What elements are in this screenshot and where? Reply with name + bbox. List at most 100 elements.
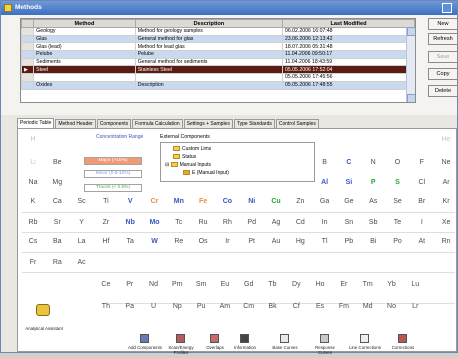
- element-cf[interactable]: Cf: [285, 299, 307, 315]
- base-curves-button[interactable]: Base Curves: [268, 334, 302, 358]
- table-scrollbar[interactable]: [406, 27, 415, 102]
- tab-components[interactable]: Components: [96, 119, 132, 128]
- element-no[interactable]: No: [381, 299, 403, 315]
- element-gd[interactable]: Gd: [238, 277, 260, 293]
- tree-node-status[interactable]: Status: [173, 154, 196, 160]
- element-es[interactable]: Es: [309, 299, 331, 315]
- element-f[interactable]: F: [411, 155, 433, 171]
- element-pm[interactable]: Pm: [166, 277, 188, 293]
- element-pb[interactable]: Pb: [338, 234, 360, 250]
- element-mo[interactable]: Mo: [144, 215, 166, 231]
- scan-energy-profiles-button[interactable]: Scan/Energy Profiles: [164, 334, 198, 358]
- element-am[interactable]: Am: [214, 299, 236, 315]
- element-fe[interactable]: Fe: [192, 194, 214, 210]
- col-header-last-modified[interactable]: Last Modified: [281, 19, 415, 28]
- element-zr[interactable]: Zr: [95, 215, 117, 231]
- element-ne[interactable]: Ne: [435, 155, 457, 171]
- table-row[interactable]: Pelube Pelube 11.04.2006 09:50:17: [21, 50, 415, 59]
- table-row[interactable]: Glas (lead) Method for lead glas 18.07.200…: [21, 42, 415, 52]
- element-ba[interactable]: Ba: [46, 234, 68, 250]
- element-xe[interactable]: Xe: [435, 215, 457, 231]
- element-co[interactable]: Co: [216, 194, 238, 210]
- element-rh[interactable]: Rh: [216, 215, 238, 231]
- overlaps-button[interactable]: Overlaps: [198, 334, 232, 358]
- methods-table[interactable]: Method Description Last Modified Geology…: [20, 18, 416, 103]
- element-ac[interactable]: Ac: [71, 255, 93, 271]
- element-v[interactable]: V: [119, 194, 141, 210]
- element-tb[interactable]: Tb: [262, 277, 284, 293]
- table-row[interactable]: 05.05.2006 17:45:56: [21, 73, 415, 82]
- scroll-down-icon[interactable]: [407, 94, 415, 102]
- element-mg[interactable]: Mg: [46, 175, 68, 191]
- table-row[interactable]: Glas General method for glas 23.06.2006 12…: [21, 34, 415, 44]
- element-th[interactable]: Th: [95, 299, 117, 315]
- line-corrections-button[interactable]: Line Corrections: [348, 334, 382, 358]
- element-sn[interactable]: Sn: [338, 215, 360, 231]
- information-button[interactable]: Information: [228, 334, 262, 358]
- element-hf[interactable]: Hf: [95, 234, 117, 250]
- element-re[interactable]: Re: [168, 234, 190, 250]
- element-zn[interactable]: Zn: [289, 194, 311, 210]
- element-be[interactable]: Be: [46, 155, 68, 171]
- element-hg[interactable]: Hg: [289, 234, 311, 250]
- tab-formula-calculation[interactable]: Formula Calculation: [132, 119, 183, 128]
- element-la[interactable]: La: [71, 234, 93, 250]
- element-bi[interactable]: Bi: [362, 234, 384, 250]
- element-cd[interactable]: Cd: [289, 215, 311, 231]
- element-au[interactable]: Au: [265, 234, 287, 250]
- tree-node-custom-lims[interactable]: Custom Lims: [173, 146, 211, 152]
- element-y[interactable]: Y: [71, 215, 93, 231]
- tree-node-manual-input-e[interactable]: E (Manual Input): [183, 170, 229, 176]
- element-sm[interactable]: Sm: [190, 277, 212, 293]
- element-b[interactable]: B: [314, 155, 336, 171]
- element-he[interactable]: He: [435, 132, 457, 148]
- element-ra[interactable]: Ra: [46, 255, 68, 271]
- element-ni[interactable]: Ni: [241, 194, 263, 210]
- element-ar[interactable]: Ar: [435, 175, 457, 191]
- element-fm[interactable]: Fm: [333, 299, 355, 315]
- element-sb[interactable]: Sb: [362, 215, 384, 231]
- new-button[interactable]: New: [428, 18, 458, 30]
- tab-method-header[interactable]: Method Header: [55, 119, 96, 128]
- refresh-button[interactable]: Refresh: [428, 33, 458, 45]
- element-po[interactable]: Po: [387, 234, 409, 250]
- element-ge[interactable]: Ge: [338, 194, 360, 210]
- scroll-up-icon[interactable]: [407, 27, 415, 36]
- element-cl[interactable]: Cl: [411, 175, 433, 191]
- element-md[interactable]: Md: [357, 299, 379, 315]
- element-lu[interactable]: Lu: [404, 277, 426, 293]
- element-ru[interactable]: Ru: [192, 215, 214, 231]
- element-nb[interactable]: Nb: [119, 215, 141, 231]
- element-rn[interactable]: Rn: [435, 234, 457, 250]
- tab-settings-samples[interactable]: Settings + Samples: [183, 119, 233, 128]
- element-mn[interactable]: Mn: [168, 194, 190, 210]
- response-curves-button[interactable]: Response Curves: [308, 334, 342, 358]
- element-br[interactable]: Br: [411, 194, 433, 210]
- element-tl[interactable]: Tl: [314, 234, 336, 250]
- element-k[interactable]: K: [22, 194, 44, 210]
- element-p[interactable]: P: [362, 175, 384, 191]
- col-header-method[interactable]: Method: [33, 19, 136, 28]
- element-c[interactable]: C: [338, 155, 360, 171]
- element-n[interactable]: N: [362, 155, 384, 171]
- add-components-button[interactable]: Add Components: [128, 334, 162, 358]
- copy-button[interactable]: Copy: [428, 68, 458, 80]
- table-row[interactable]: Sediments General method for sediments 11.…: [21, 57, 415, 67]
- element-u[interactable]: U: [143, 299, 165, 315]
- element-se[interactable]: Se: [387, 194, 409, 210]
- element-as[interactable]: As: [362, 194, 384, 210]
- element-na[interactable]: Na: [22, 175, 44, 191]
- element-lr[interactable]: Lr: [404, 299, 426, 315]
- delete-button[interactable]: Delete: [428, 85, 458, 97]
- element-in[interactable]: In: [314, 215, 336, 231]
- element-te[interactable]: Te: [387, 215, 409, 231]
- element-np[interactable]: Np: [166, 299, 188, 315]
- element-ce[interactable]: Ce: [95, 277, 117, 293]
- corrections-button[interactable]: Corrections: [386, 334, 420, 358]
- element-ho[interactable]: Ho: [309, 277, 331, 293]
- element-pa[interactable]: Pa: [119, 299, 141, 315]
- element-i[interactable]: I: [411, 215, 433, 231]
- external-components-tree[interactable]: Custom Lims Status ⊟ Manual Inputs E (Ma…: [160, 142, 315, 182]
- element-ir[interactable]: Ir: [216, 234, 238, 250]
- element-at[interactable]: At: [411, 234, 433, 250]
